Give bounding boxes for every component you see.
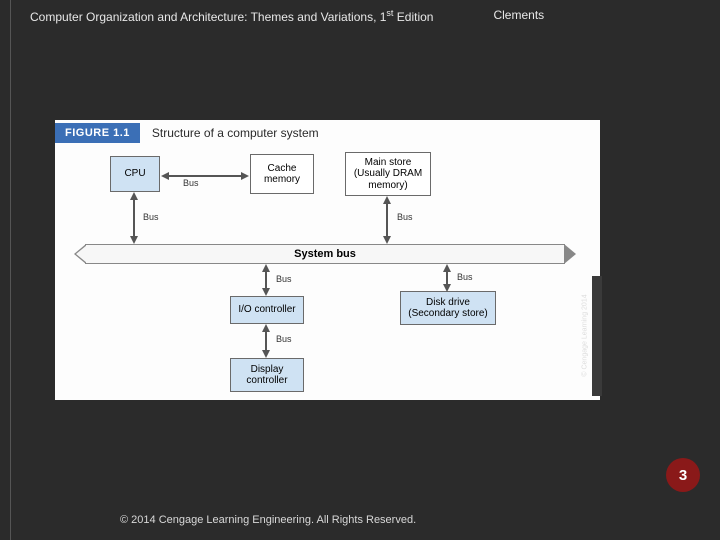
- figure-panel: FIGURE 1.1 Structure of a computer syste…: [55, 120, 600, 400]
- diagram-area: CPU Cache memory Main store (Usually DRA…: [55, 146, 600, 400]
- io-controller-block: I/O controller: [230, 296, 304, 324]
- cpu-block: CPU: [110, 156, 160, 192]
- arrow-main-bus: [379, 196, 395, 244]
- bus-label-bus-disk: Bus: [457, 272, 473, 282]
- title-post: Edition: [393, 10, 433, 24]
- arrow-cpu-cache: [161, 168, 249, 184]
- page-number-badge: 3: [666, 458, 700, 492]
- cache-block: Cache memory: [250, 154, 314, 194]
- display-controller-block: Display controller: [230, 358, 304, 392]
- image-credit-strip: © Cengage Learning 2014: [592, 276, 602, 396]
- bus-arrow-right-icon: [563, 245, 574, 263]
- bus-label-io-display: Bus: [276, 334, 292, 344]
- bus-label-cpu-cache: Bus: [183, 178, 199, 188]
- bus-arrow-left-icon: [76, 245, 87, 263]
- arrow-cpu-bus: [126, 192, 142, 244]
- bus-label-main-bus: Bus: [397, 212, 413, 222]
- figure-tag: FIGURE 1.1: [55, 123, 140, 143]
- arrow-io-display: [258, 324, 274, 358]
- disk-drive-block: Disk drive (Secondary store): [400, 291, 496, 325]
- page-number: 3: [679, 467, 687, 484]
- bus-label-cpu-bus: Bus: [143, 212, 159, 222]
- slide-header: Computer Organization and Architecture: …: [0, 8, 720, 24]
- system-bus-bar: System bus: [85, 244, 565, 264]
- main-store-block: Main store (Usually DRAM memory): [345, 152, 431, 196]
- footer-copyright: © 2014 Cengage Learning Engineering. All…: [120, 514, 416, 526]
- author-name: Clements: [493, 8, 544, 24]
- bus-label-bus-io: Bus: [276, 274, 292, 284]
- arrow-bus-disk: [439, 264, 455, 292]
- figure-header: FIGURE 1.1 Structure of a computer syste…: [55, 120, 600, 146]
- book-title: Computer Organization and Architecture: …: [30, 8, 433, 24]
- system-bus-label: System bus: [294, 248, 356, 260]
- image-credit-text: © Cengage Learning 2014: [582, 294, 589, 376]
- left-rule-decoration: [10, 0, 11, 540]
- title-pre: Computer Organization and Architecture: …: [30, 10, 386, 24]
- arrow-bus-io: [258, 264, 274, 296]
- figure-caption: Structure of a computer system: [152, 126, 319, 140]
